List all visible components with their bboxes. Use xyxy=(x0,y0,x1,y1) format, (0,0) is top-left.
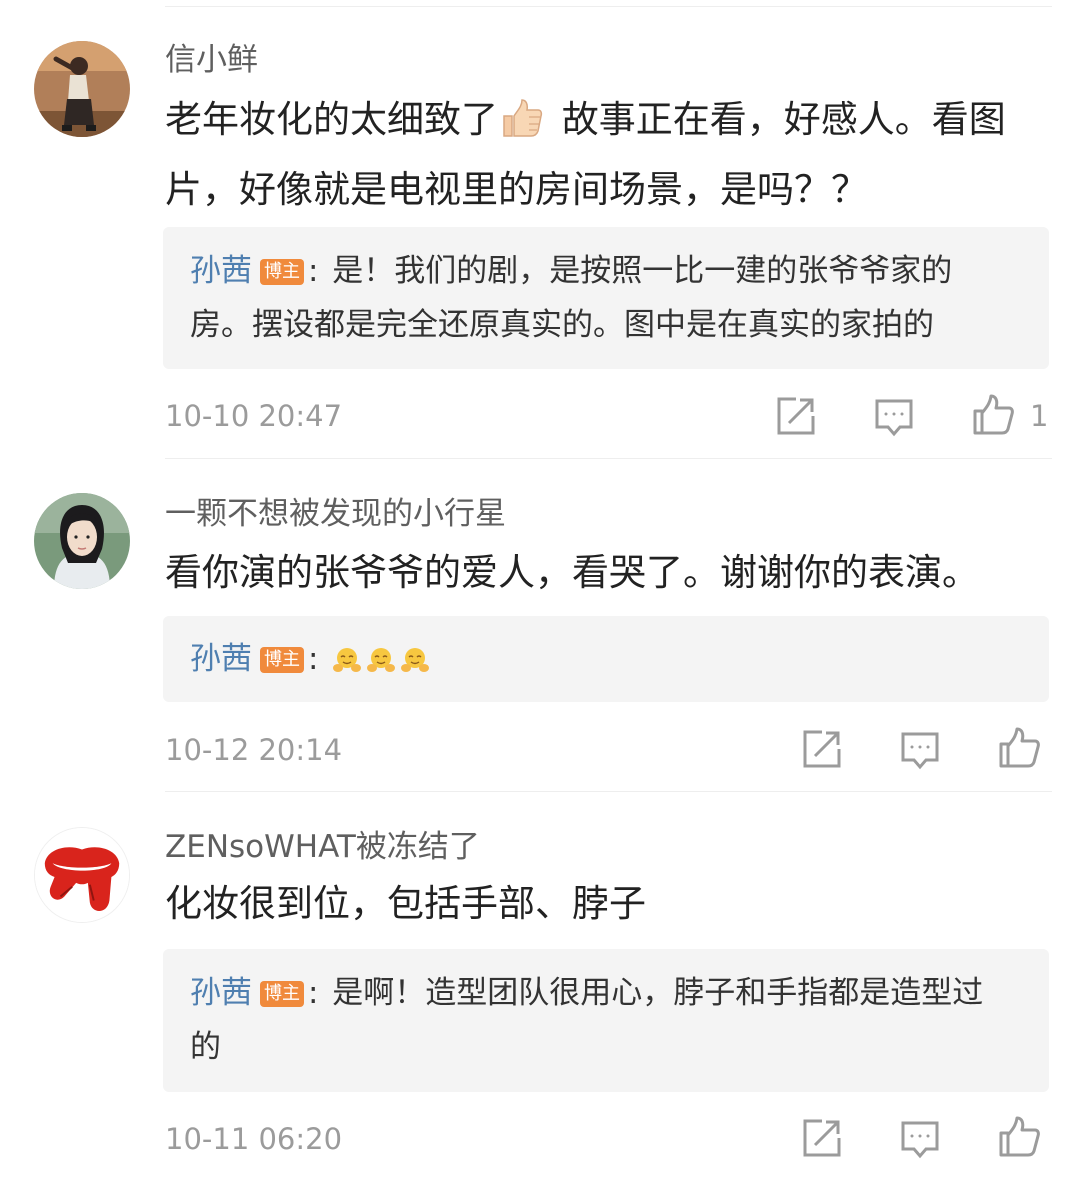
reply-author[interactable]: 孙茜 xyxy=(190,253,252,289)
avatar-photo xyxy=(34,41,130,137)
timestamp: 10-11 06:20 xyxy=(165,1122,343,1156)
comment-text: 化妆很到位，包括手部、脖子 xyxy=(165,882,646,925)
comment-icon[interactable] xyxy=(872,396,916,440)
timestamp: 10-10 20:47 xyxy=(165,399,343,433)
reply-content: 是！我们的剧，是按照一比一建的张爷爷家的房。摆设都是完全还原真实的。图中是在真实… xyxy=(190,253,953,343)
timestamp: 10-12 20:14 xyxy=(165,733,343,767)
hug-icon xyxy=(366,636,396,690)
author-badge: 博主 xyxy=(260,981,304,1007)
comment-icon[interactable] xyxy=(898,1118,942,1162)
author-badge: 博主 xyxy=(260,647,304,673)
reply-box[interactable]: 孙茜 博主: 是啊！造型团队很用心，脖子和手指都是造型过的 xyxy=(163,949,1049,1092)
reply-separator: : xyxy=(308,253,319,289)
comment-text: 看你演的张爷爷的爱人，看哭了。谢谢你的表演。 xyxy=(165,551,979,594)
reply-author[interactable]: 孙茜 xyxy=(190,641,252,677)
reply-text: 孙茜 博主: xyxy=(190,632,1013,690)
author-badge: 博主 xyxy=(260,259,304,285)
reply-separator: : xyxy=(308,641,319,677)
comment-list: 信小鲜 老年妆化的太细致了 故事正在看，好感人。看图片，好像就是电视里的房间场景… xyxy=(0,0,1080,1181)
reply-box[interactable]: 孙茜 博主: 是！我们的剧，是按照一比一建的张爷爷家的房。摆设都是完全还原真实的。… xyxy=(163,227,1049,369)
share-icon[interactable] xyxy=(800,727,844,771)
comment-item: ZENsoWHAT被冻结了 化妆很到位，包括手部、脖子 孙茜 博主: 是啊！造型团… xyxy=(0,793,1080,1181)
username[interactable]: 信小鲜 xyxy=(165,40,258,80)
hug-icon xyxy=(400,636,430,690)
comment-text: 老年妆化的太细致了 故事正在看，好感人。看图片，好像就是电视里的房间场景，是吗？… xyxy=(165,88,1045,222)
like-icon[interactable] xyxy=(971,393,1015,437)
divider xyxy=(165,791,1052,792)
username[interactable]: 一颗不想被发现的小行星 xyxy=(165,494,506,534)
share-icon[interactable] xyxy=(774,394,818,438)
reply-text: 孙茜 博主: 是！我们的剧，是按照一比一建的张爷爷家的房。摆设都是完全还原真实的。… xyxy=(190,244,1013,352)
hug-icon xyxy=(332,636,362,690)
avatar[interactable] xyxy=(34,41,130,137)
reply-author[interactable]: 孙茜 xyxy=(190,975,252,1011)
reply-text: 孙茜 博主: 是啊！造型团队很用心，脖子和手指都是造型过的 xyxy=(190,966,1013,1074)
like-icon[interactable] xyxy=(997,726,1041,770)
avatar[interactable] xyxy=(34,827,130,923)
username[interactable]: ZENsoWHAT被冻结了 xyxy=(165,827,480,867)
tongue-logo-icon xyxy=(35,828,129,922)
comment-text-part: 老年妆化的太细致了 xyxy=(165,98,498,141)
like-icon[interactable] xyxy=(997,1115,1041,1159)
thumbs-up-icon xyxy=(500,94,544,158)
avatar[interactable] xyxy=(34,493,130,589)
reply-box[interactable]: 孙茜 博主: xyxy=(163,616,1049,702)
reply-separator: : xyxy=(308,975,319,1011)
share-icon[interactable] xyxy=(800,1116,844,1160)
avatar-photo xyxy=(34,493,130,589)
like-count: 1 xyxy=(1030,399,1049,433)
comment-item: 一颗不想被发现的小行星 看你演的张爷爷的爱人，看哭了。谢谢你的表演。 孙茜 博主:… xyxy=(0,459,1080,792)
comment-icon[interactable] xyxy=(898,729,942,773)
comment-item: 信小鲜 老年妆化的太细致了 故事正在看，好感人。看图片，好像就是电视里的房间场景… xyxy=(0,0,1080,459)
